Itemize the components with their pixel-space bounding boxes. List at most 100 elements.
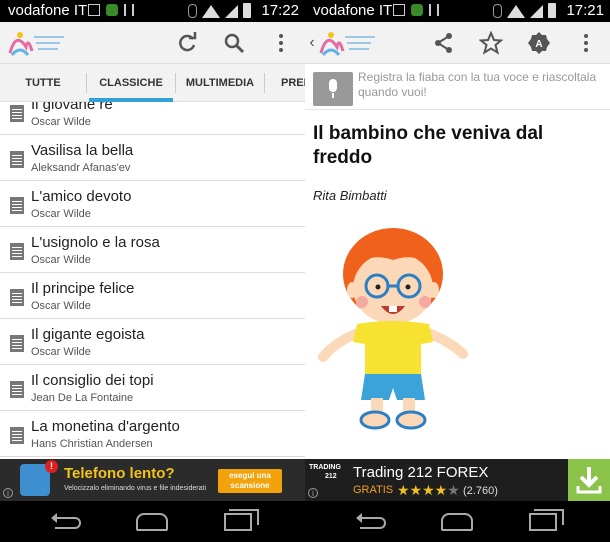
list-item-author: Jean De La Fontaine: [31, 392, 134, 404]
security-notification-icon: [411, 4, 423, 16]
image-notification-icon: [88, 4, 100, 16]
list-item-author: Oscar Wilde: [31, 254, 91, 266]
rating-stars-empty: ★: [447, 482, 460, 498]
list-item-title: Il consiglio dei topi: [31, 372, 154, 389]
category-tabs: TUTTE CLASSICHE MULTIMEDIA PREF: [0, 64, 305, 102]
ad-title: Telefono lento?: [64, 465, 175, 482]
document-icon: [10, 197, 24, 214]
app-logo-icon[interactable]: [317, 27, 377, 59]
overflow-menu-icon[interactable]: [268, 30, 294, 56]
bluetooth-icon: [188, 4, 197, 18]
list-item[interactable]: L'usignolo e la rosa Oscar Wilde: [0, 227, 305, 273]
tab-multimedia[interactable]: MULTIMEDIA: [176, 64, 264, 102]
list-item-author: Aleksandr Afanas'ev: [31, 162, 131, 174]
download-button[interactable]: [568, 459, 610, 501]
document-icon: [10, 289, 24, 306]
ad-info-icon[interactable]: i: [3, 488, 13, 498]
list-item[interactable]: Il consiglio dei topi Jean De La Fontaine: [0, 365, 305, 411]
list-item-title: L'amico devoto: [31, 188, 132, 205]
signal-icon: [225, 5, 238, 18]
list-item[interactable]: La monetina d'argento Hans Christian Ande…: [0, 411, 305, 457]
list-item[interactable]: Il gigante egoista Oscar Wilde: [0, 319, 305, 365]
list-item-title: Il giovane re: [31, 102, 113, 113]
overflow-menu-icon[interactable]: [573, 30, 599, 56]
back-icon[interactable]: [356, 513, 386, 529]
rating-stars-filled: ★★★★: [397, 482, 448, 498]
navigation-bar: [305, 501, 610, 542]
list-item-title: La monetina d'argento: [31, 418, 180, 435]
status-bar: vodafone IT 17:21: [305, 0, 610, 22]
ad-banner[interactable]: i ! Telefono lento? Velocizzalo eliminan…: [0, 459, 305, 501]
list-item-title: Il principe felice: [31, 280, 135, 297]
security-notification-icon: [106, 4, 118, 16]
tab-preferiti[interactable]: PREF: [265, 64, 305, 102]
bluetooth-icon: [493, 4, 502, 18]
clock: 17:22: [261, 2, 299, 19]
search-icon[interactable]: [221, 30, 247, 56]
share-icon[interactable]: [431, 30, 457, 56]
ad-scan-button[interactable]: esegui una scansione: [218, 469, 282, 493]
rating-stars: ★★★★★: [397, 482, 460, 499]
list-item[interactable]: Il giovane re Oscar Wilde: [0, 102, 305, 135]
wifi-icon: [202, 5, 220, 18]
recent-apps-icon[interactable]: [529, 509, 564, 531]
document-icon: [10, 427, 24, 444]
battery-icon: [243, 3, 251, 18]
list-item-title: Il gigante egoista: [31, 326, 145, 343]
right-screen: vodafone IT 17:21 ‹ A Registra la fiaba …: [305, 0, 610, 542]
svg-text:A: A: [535, 39, 542, 50]
carrier-label: vodafone IT: [313, 2, 393, 19]
list-item-title: Vasilisa la bella: [31, 142, 134, 159]
refresh-icon[interactable]: [174, 30, 200, 56]
fairytale-list[interactable]: Il giovane re Oscar Wilde Vasilisa la bell…: [0, 102, 305, 459]
tab-tutte[interactable]: TUTTE: [0, 64, 86, 102]
app-notification-icon: [429, 4, 439, 16]
document-icon: [10, 105, 24, 122]
list-item[interactable]: Il principe felice Oscar Wilde: [0, 273, 305, 319]
microphone-icon: [329, 79, 337, 98]
status-bar: vodafone IT 17:22: [0, 0, 305, 22]
list-item-author: Hans Christian Andersen: [31, 438, 153, 450]
list-item-author: Oscar Wilde: [31, 116, 91, 128]
document-icon: [10, 151, 24, 168]
list-item-author: Oscar Wilde: [31, 300, 91, 312]
ad-banner[interactable]: i TRADING 212 Trading 212 FOREX GRATIS ★…: [305, 459, 610, 501]
left-screen: vodafone IT 17:22 TUTTE CLASSICHE MULTIM…: [0, 0, 305, 542]
story-author: Rita Bimbatti: [313, 188, 387, 203]
list-item-author: Oscar Wilde: [31, 208, 91, 220]
record-button[interactable]: [313, 72, 353, 106]
rating-count: (2.760): [463, 485, 498, 497]
recent-apps-icon[interactable]: [224, 509, 259, 531]
document-icon: [10, 335, 24, 352]
tab-classiche[interactable]: CLASSICHE: [87, 64, 175, 102]
image-notification-icon: [393, 4, 405, 16]
ad-title: Trading 212 FOREX: [353, 464, 489, 481]
favorite-star-icon[interactable]: [478, 30, 504, 56]
wifi-icon: [507, 5, 525, 18]
alert-badge: !: [45, 460, 58, 473]
back-icon[interactable]: [51, 513, 81, 529]
action-bar: [0, 22, 305, 64]
ad-subtitle: Velocizzalo eliminando virus e file inde…: [64, 485, 207, 492]
ad-price: GRATIS: [353, 484, 394, 496]
record-hint: Registra la fiaba con la tua voce e rias…: [358, 70, 597, 99]
carrier-label: vodafone IT: [8, 2, 88, 19]
home-icon[interactable]: [136, 513, 168, 531]
trading212-logo: TRADING 212: [309, 464, 341, 480]
font-size-icon[interactable]: A: [526, 30, 552, 56]
home-icon[interactable]: [441, 513, 473, 531]
record-story-bar: Registra la fiaba con la tua voce e rias…: [305, 64, 610, 110]
story-illustration: [318, 228, 468, 430]
document-icon: [10, 381, 24, 398]
story-title: Il bambino che veniva dal freddo: [313, 123, 544, 168]
list-item[interactable]: L'amico devoto Oscar Wilde: [0, 181, 305, 227]
action-bar: ‹ A: [305, 22, 610, 64]
list-item-title: L'usignolo e la rosa: [31, 234, 160, 251]
navigation-bar: [0, 501, 305, 542]
app-logo-icon[interactable]: [6, 27, 66, 59]
document-icon: [10, 243, 24, 260]
battery-icon: [548, 3, 556, 18]
list-item[interactable]: Vasilisa la bella Aleksandr Afanas'ev: [0, 135, 305, 181]
clock: 17:21: [566, 2, 604, 19]
download-icon: [576, 467, 602, 494]
